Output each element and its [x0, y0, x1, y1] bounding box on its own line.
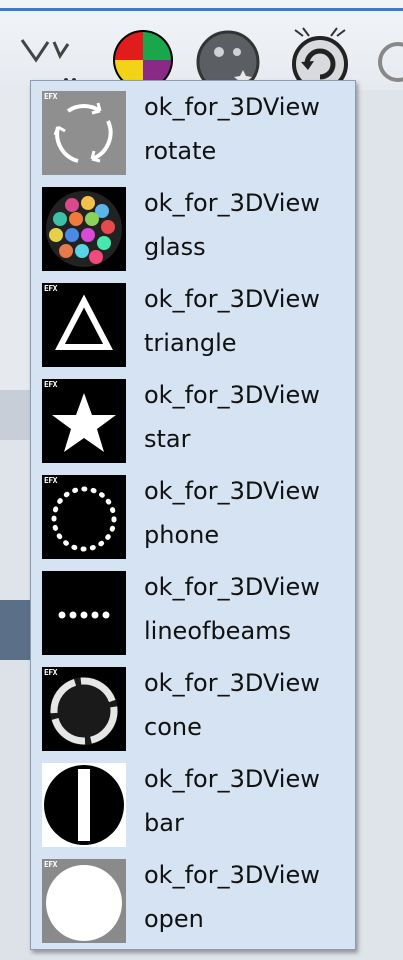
gobo-dropdown-list[interactable]: EFX ok_for_3DView rotate ok_for_3DView g…	[30, 80, 356, 950]
item-category-label: ok_for_3DView	[144, 861, 320, 889]
item-name-label: bar	[144, 809, 184, 837]
gobo-wheel-button[interactable]	[193, 22, 260, 94]
list-item-triangle[interactable]: EFX ok_for_3DView triangle	[39, 279, 349, 369]
item-name-label: phone	[144, 521, 220, 549]
toolbar-accent-line	[0, 8, 403, 11]
item-category-label: ok_for_3DView	[144, 189, 320, 217]
extra-toolbar-button[interactable]	[370, 22, 403, 88]
item-category-label: ok_for_3DView	[144, 285, 320, 313]
item-name-label: triangle	[144, 329, 237, 357]
rotate-arrows-icon: EFX	[42, 91, 126, 175]
color-wheel-button[interactable]	[108, 22, 174, 90]
item-name-label: lineofbeams	[144, 617, 292, 645]
list-item-lineofbeams[interactable]: ok_for_3DView lineofbeams	[39, 567, 349, 657]
dotted-circle-icon: EFX	[42, 475, 126, 559]
item-name-label: cone	[144, 713, 202, 741]
item-category-label: ok_for_3DView	[144, 381, 320, 409]
background-panel	[0, 660, 32, 960]
axes-icon	[20, 39, 76, 82]
item-category-label: ok_for_3DView	[144, 765, 320, 793]
rotate-gobo-icon	[292, 27, 348, 92]
background-panel	[0, 90, 32, 390]
star-icon: EFX	[42, 379, 126, 463]
item-name-label: rotate	[144, 137, 217, 165]
item-category-label: ok_for_3DView	[144, 669, 320, 697]
list-item-glass[interactable]: ok_for_3DView glass	[39, 183, 349, 273]
line-of-dots-icon	[42, 571, 126, 655]
open-circle-icon: EFX	[42, 859, 126, 943]
item-name-label: star	[144, 425, 191, 453]
background-panel	[0, 390, 32, 440]
triangle-icon: EFX	[42, 283, 126, 367]
background-panel	[0, 600, 32, 660]
list-item-cone[interactable]: EFX ok_for_3DView cone	[39, 663, 349, 753]
list-item-star[interactable]: EFX ok_for_3DView star	[39, 375, 349, 465]
item-name-label: open	[144, 905, 204, 933]
ring-icon: EFX	[42, 667, 126, 751]
list-item-open[interactable]: EFX ok_for_3DView open	[39, 855, 349, 945]
list-item-bar[interactable]: ok_for_3DView bar	[39, 759, 349, 849]
glass-colors-icon	[42, 187, 126, 271]
list-item-phone[interactable]: EFX ok_for_3DView phone	[39, 471, 349, 561]
color-wheel-icon	[113, 30, 173, 90]
toolbar	[0, 0, 403, 94]
gear-icon	[378, 42, 403, 82]
rotate-gobo-button[interactable]	[283, 22, 349, 92]
item-name-label: glass	[144, 233, 206, 261]
axes-button[interactable]	[14, 22, 80, 88]
item-category-label: ok_for_3DView	[144, 93, 320, 121]
bar-circle-icon	[42, 763, 126, 847]
item-category-label: ok_for_3DView	[144, 573, 320, 601]
list-item-rotate[interactable]: EFX ok_for_3DView rotate	[39, 87, 349, 177]
gobo-wheel-icon	[196, 30, 260, 94]
item-category-label: ok_for_3DView	[144, 477, 320, 505]
